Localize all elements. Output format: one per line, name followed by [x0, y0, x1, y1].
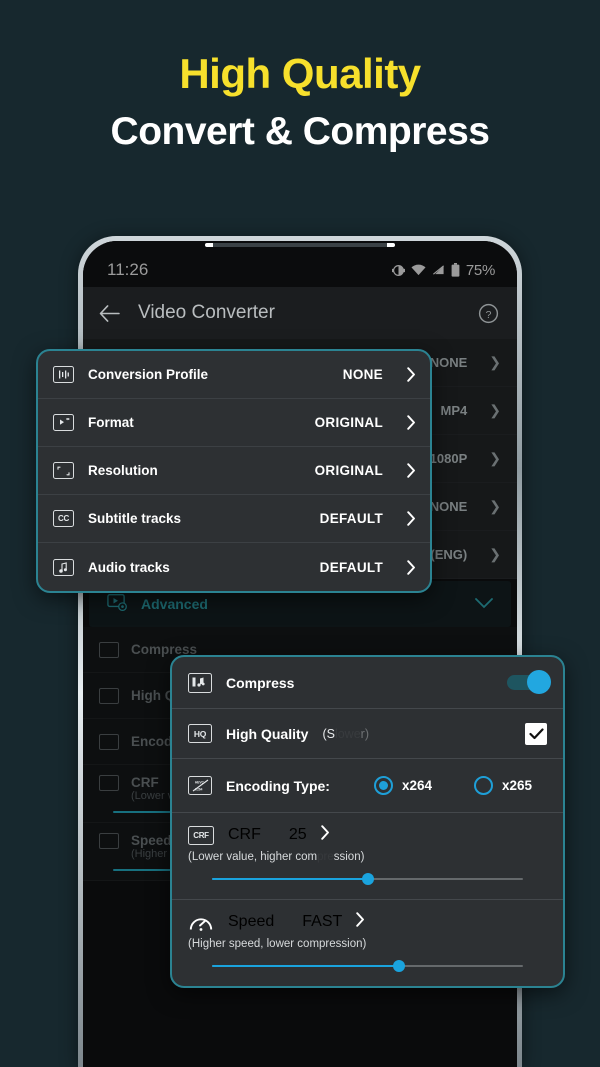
speed-icon: [188, 913, 214, 932]
row-label: Audio tracks: [88, 559, 170, 575]
crf-value: 25: [288, 826, 307, 843]
slider-fill: [212, 965, 399, 967]
signal-icon: [432, 264, 445, 276]
svg-text:X264: X264: [195, 787, 203, 791]
bg-row-value: NONE: [429, 499, 468, 514]
row-label: Conversion Profile: [88, 367, 209, 382]
help-icon[interactable]: ?: [478, 303, 499, 324]
radio-button[interactable]: [373, 776, 393, 795]
speed-hint: (Higher speed, lower compression): [188, 938, 367, 950]
row-label: Subtitle tracks: [88, 511, 182, 526]
status-bar: 11:26 75%: [83, 241, 517, 287]
status-time: 11:26: [107, 260, 149, 279]
bg-row-value: MP4: [440, 403, 468, 418]
advanced-label: Advanced: [141, 596, 208, 612]
slider-thumb[interactable]: [392, 960, 405, 972]
chevron-right-icon: ❯: [489, 402, 501, 418]
speed-slider[interactable]: [212, 957, 523, 975]
compress-icon: [188, 672, 212, 693]
chevron-right-icon: [407, 511, 416, 526]
advanced-icon: [107, 593, 129, 615]
crf-slider[interactable]: [212, 870, 523, 888]
chevron-right-icon: ❯: [489, 354, 501, 370]
wifi-icon: [411, 264, 426, 276]
speed-label: Speed: [228, 913, 275, 930]
bg-row-value: NONE: [429, 355, 468, 370]
slider-fill: [212, 878, 368, 880]
chevron-right-icon: [407, 415, 416, 430]
chevron-right-icon[interactable]: [356, 912, 365, 932]
row-value: DEFAULT: [319, 559, 383, 575]
row-subtitle-tracks[interactable]: CC Subtitle tracks DEFAULT: [38, 495, 430, 543]
speed-value: FAST: [302, 913, 343, 930]
chevron-right-icon[interactable]: [320, 825, 330, 845]
radio-label: x265: [502, 778, 533, 793]
app-bar: Video Converter ?: [83, 287, 517, 339]
block-crf: CRF CRF 25 (Lower value, higher compress…: [172, 813, 563, 900]
slider-thumb[interactable]: [361, 873, 374, 885]
battery-icon: [451, 263, 460, 277]
row-label: Resolution: [88, 463, 158, 478]
chevron-right-icon: [407, 463, 416, 478]
chevron-right-icon: ❯: [489, 498, 501, 514]
row-label: Format: [88, 415, 134, 430]
row-resolution[interactable]: Resolution ORIGINAL: [38, 447, 430, 495]
radio-button[interactable]: [474, 776, 494, 795]
compress-settings-card: Compress HQ High Quality (Slower) HEVC X2…: [170, 655, 565, 988]
chevron-right-icon: ❯: [489, 546, 501, 562]
battery-percent: 75%: [465, 261, 495, 279]
bg-row-value: (ENG): [430, 547, 468, 562]
chevron-right-icon: [407, 559, 416, 575]
row-value: ORIGINAL: [314, 463, 383, 478]
compress-label: Compress: [226, 674, 295, 691]
encoding-icon: HEVC X264: [188, 776, 212, 795]
bg-row-value: 1080P: [429, 451, 468, 466]
vibrate-icon: [391, 264, 405, 277]
profile-icon: [53, 366, 74, 383]
row-conversion-profile[interactable]: Conversion Profile NONE: [38, 351, 430, 399]
radio-x265[interactable]: x265: [474, 776, 532, 795]
compress-icon: [99, 641, 119, 658]
page-title: Video Converter: [138, 302, 275, 323]
chevron-right-icon: ❯: [489, 450, 501, 466]
headline-line-1: High Quality: [179, 50, 421, 97]
hq-icon: [99, 687, 119, 704]
chevron-down-icon[interactable]: [475, 596, 493, 612]
crf-hint: (Lower value, higher compression): [188, 851, 365, 863]
row-audio-tracks[interactable]: Audio tracks DEFAULT: [38, 543, 430, 591]
status-icons: 75%: [391, 261, 495, 279]
block-speed: Speed FAST (Higher speed, lower compress…: [172, 900, 563, 986]
speed-icon: [99, 833, 119, 849]
encoding-type-label: Encoding Type:: [226, 777, 330, 794]
row-compress[interactable]: Compress: [172, 657, 563, 709]
encoding-icon: [99, 733, 119, 750]
back-arrow-icon[interactable]: [99, 304, 120, 322]
row-high-quality[interactable]: HQ High Quality (Slower): [172, 709, 563, 759]
headline: High Quality Convert & Compress: [0, 50, 600, 154]
row-encoding-type: HEVC X264 Encoding Type: x264 x265: [172, 759, 563, 813]
crf-icon: CRF: [188, 825, 214, 845]
high-quality-hint: (Slower): [322, 726, 369, 741]
crf-label: CRF: [228, 826, 261, 843]
format-icon: [53, 414, 74, 431]
hq-icon: HQ: [188, 724, 212, 743]
crf-icon: [99, 775, 119, 791]
radio-x264[interactable]: x264: [373, 776, 433, 795]
phone-speaker: [205, 243, 395, 247]
row-value: DEFAULT: [319, 511, 383, 526]
headline-line-2: Convert & Compress: [110, 110, 490, 154]
cc-icon: CC: [53, 510, 74, 527]
high-quality-label: High Quality: [226, 725, 309, 742]
radio-label: x264: [401, 778, 433, 793]
row-value: NONE: [342, 367, 383, 382]
resolution-icon: [53, 462, 74, 479]
audio-icon: [53, 558, 74, 576]
row-value: ORIGINAL: [314, 415, 383, 430]
compress-toggle[interactable]: [507, 670, 551, 694]
chevron-right-icon: [407, 367, 416, 382]
row-format[interactable]: Format ORIGINAL: [38, 399, 430, 447]
conversion-settings-card: Conversion Profile NONE Format ORIGINAL …: [36, 349, 432, 593]
high-quality-checkbox[interactable]: [525, 722, 547, 745]
svg-text:?: ?: [486, 308, 492, 320]
